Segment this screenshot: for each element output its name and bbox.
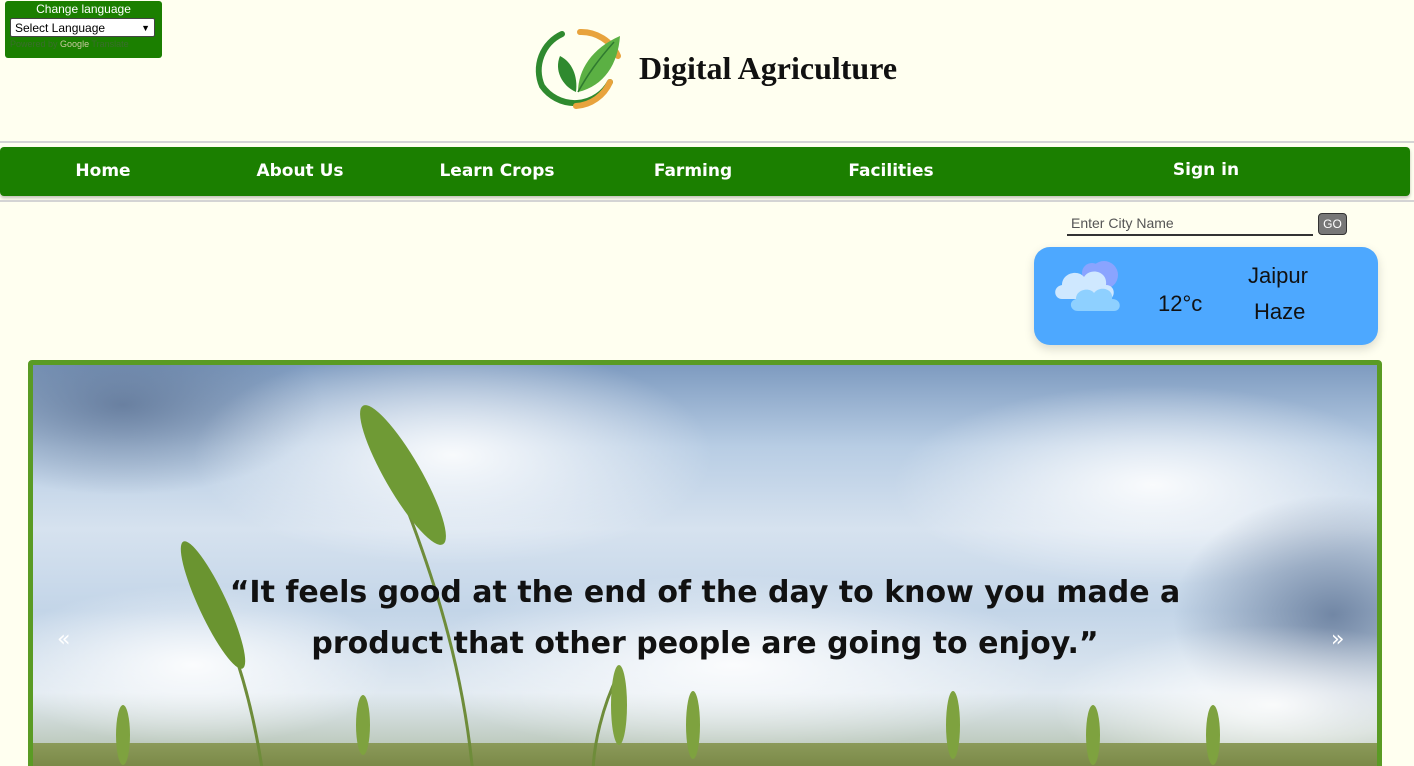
hero-quote: “It feels good at the end of the day to … bbox=[229, 575, 1181, 661]
slider-prev-arrow[interactable]: « bbox=[57, 627, 70, 652]
nav-item-farming[interactable]: Farming bbox=[648, 147, 738, 196]
nav-item-home[interactable]: Home bbox=[62, 147, 144, 196]
language-select-value: Select Language bbox=[15, 20, 106, 35]
main-nav: Home About Us Learn Crops Farming Facili… bbox=[0, 147, 1410, 196]
cloud-icon bbox=[1055, 261, 1120, 311]
leaf-logo-icon bbox=[535, 28, 621, 109]
weather-temperature: 12°c bbox=[1158, 291, 1203, 316]
hero-slider: “It feels good at the end of the day to … bbox=[28, 360, 1382, 766]
wheat-field-image bbox=[33, 365, 1377, 766]
go-button[interactable]: GO bbox=[1318, 213, 1347, 235]
nav-divider bbox=[0, 200, 1414, 202]
chevron-down-icon: ▼ bbox=[141, 22, 150, 33]
weather-card: 12°c Jaipur Haze bbox=[1034, 247, 1378, 345]
translate-link[interactable]: Translate bbox=[91, 39, 128, 49]
slider-next-arrow[interactable]: » bbox=[1331, 627, 1344, 652]
powered-by-google-translate: Powered by Google Translate bbox=[10, 39, 157, 49]
nav-item-sign-in[interactable]: Sign in bbox=[1166, 146, 1246, 195]
language-select[interactable]: Select Language ▼ bbox=[10, 18, 155, 37]
nav-item-facilities[interactable]: Facilities bbox=[840, 147, 942, 196]
nav-item-learn-crops[interactable]: Learn Crops bbox=[432, 147, 562, 196]
google-logo-text: Google bbox=[60, 39, 90, 49]
header-divider bbox=[0, 141, 1414, 143]
language-widget: Change language Select Language ▼ Powere… bbox=[5, 1, 162, 58]
nav-item-about-us[interactable]: About Us bbox=[248, 147, 352, 196]
site-title: Digital Agriculture bbox=[639, 50, 898, 86]
powered-by-text: Powered by bbox=[10, 39, 58, 49]
weather-city: Jaipur bbox=[1248, 263, 1308, 288]
city-search-input[interactable] bbox=[1067, 212, 1313, 236]
weather-condition: Haze bbox=[1254, 299, 1306, 324]
language-widget-title: Change language bbox=[36, 2, 131, 16]
